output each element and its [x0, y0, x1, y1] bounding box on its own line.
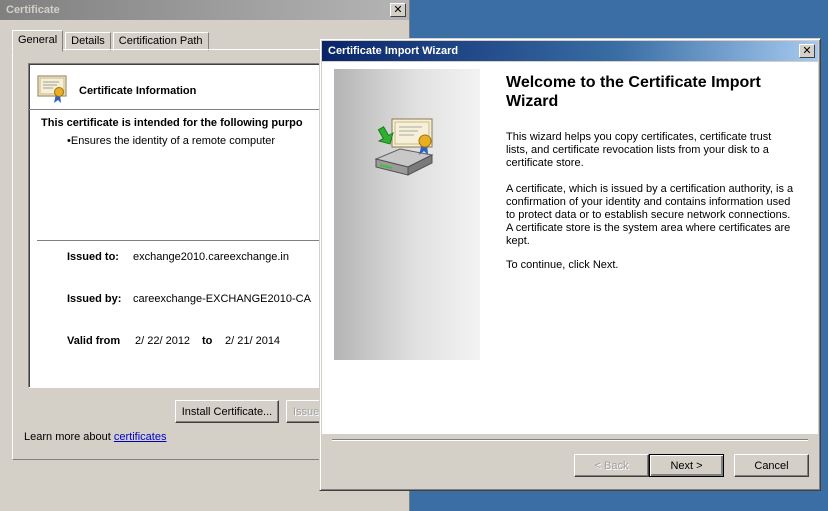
wizard-button-separator: [332, 439, 808, 441]
info-divider: [29, 109, 327, 110]
next-button[interactable]: Next >: [649, 454, 724, 477]
certificates-link[interactable]: certificates: [114, 431, 167, 443]
learn-more-text: Learn more about certificates: [24, 431, 166, 443]
cancel-button[interactable]: Cancel: [734, 454, 809, 477]
certificate-window-title: Certificate: [6, 4, 60, 16]
purpose-heading: This certificate is intended for the fol…: [41, 117, 303, 129]
purpose-item: •Ensures the identity of a remote comput…: [67, 135, 276, 147]
learn-more-label: Learn more about: [24, 431, 114, 443]
wizard-window-title: Certificate Import Wizard: [328, 45, 459, 57]
wizard-description-text: A certificate, which is issued by a cert…: [506, 183, 794, 247]
install-certificate-button[interactable]: Install Certificate...: [175, 400, 279, 423]
valid-to-value: 2/ 21/ 2014: [225, 335, 281, 347]
valid-to-label: to: [202, 335, 213, 347]
certificate-tabs: General Details Certification Path: [12, 29, 211, 52]
issued-to-value: exchange2010.careexchange.in: [133, 251, 289, 263]
wizard-titlebar[interactable]: Certificate Import Wizard ✕: [322, 41, 818, 61]
details-divider: [37, 240, 327, 241]
valid-from-value: 2/ 22/ 2012: [135, 335, 191, 347]
wizard-intro-text: This wizard helps you copy certificates,…: [506, 131, 772, 169]
wizard-continue-text: To continue, click Next.: [506, 259, 619, 271]
certificate-close-button[interactable]: ✕: [390, 3, 406, 17]
close-icon: ✕: [802, 44, 812, 57]
certificate-info-box: Certificate Information This certificate…: [28, 63, 328, 388]
tab-general[interactable]: General: [12, 30, 64, 52]
issued-by-label: Issued by:: [67, 293, 122, 305]
wizard-welcome-page: Welcome to the Certificate Import Wizard…: [322, 62, 818, 434]
wizard-heading: Welcome to the Certificate Import Wizard: [506, 74, 761, 110]
wizard-side-banner: [334, 69, 480, 360]
close-icon: ✕: [393, 3, 403, 16]
certificate-icon: [37, 75, 67, 103]
import-wizard-window: Certificate Import Wizard ✕ Welcome to t…: [319, 38, 821, 491]
back-button[interactable]: < Back: [574, 454, 649, 477]
issued-to-label: Issued to:: [67, 251, 119, 263]
wizard-close-button[interactable]: ✕: [799, 44, 815, 58]
certificate-info-title: Certificate Information: [79, 85, 197, 97]
valid-from-label: Valid from: [67, 335, 121, 347]
certificate-import-icon: [374, 118, 434, 176]
issued-by-value: careexchange-EXCHANGE2010-CA: [133, 293, 311, 305]
certificate-titlebar[interactable]: Certificate ✕: [0, 0, 409, 20]
